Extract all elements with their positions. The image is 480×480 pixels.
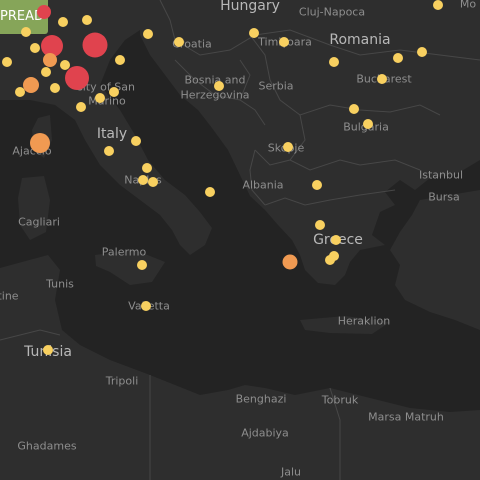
case-marker-low[interactable] [349,104,359,114]
case-marker-low[interactable] [283,142,293,152]
map-label-hungary: Hungary [220,0,280,14]
map-label-jalu: Jalu [280,465,302,479]
map-label-tripoli: Tripoli [105,374,139,388]
map-label-cagliari: Cagliari [18,215,60,229]
case-marker-low[interactable] [377,74,387,84]
map-label-palermo: Palermo [101,245,147,259]
case-marker-low[interactable] [393,53,403,63]
anatolia-landmass [390,190,480,330]
map-label-herzegovina: Herzegovina [180,88,250,102]
map-label-serbia: Serbia [258,79,294,93]
case-marker-medium[interactable] [23,77,39,93]
case-marker-low[interactable] [60,60,70,70]
map-label-bursa: Bursa [428,190,460,204]
case-marker-low[interactable] [115,55,125,65]
map-label-romania: Romania [329,32,391,48]
case-marker-low[interactable] [214,81,224,91]
case-marker-low[interactable] [331,235,341,245]
map-label-benghazi: Benghazi [235,392,287,406]
map-label-albania: Albania [242,178,284,192]
case-marker-low[interactable] [58,17,68,27]
case-marker-low[interactable] [142,163,152,173]
map-label-tine: tine [0,289,19,303]
case-marker-low[interactable] [315,220,325,230]
case-marker-low[interactable] [76,102,86,112]
map-label-moldova: Mo [459,0,477,11]
case-marker-low[interactable] [417,47,427,57]
case-marker-low[interactable] [325,255,335,265]
case-marker-low[interactable] [312,180,322,190]
case-marker-low[interactable] [148,177,158,187]
case-marker-low[interactable] [141,301,151,311]
map-label-marsa-matruh: Marsa Matruh [368,410,444,424]
map-label-tunis: Tunis [46,277,74,291]
case-marker-low[interactable] [174,37,184,47]
case-marker-high[interactable] [82,32,108,58]
case-marker-low[interactable] [82,15,92,25]
case-marker-low[interactable] [329,57,339,67]
case-marker-low[interactable] [137,260,147,270]
case-marker-low[interactable] [109,87,119,97]
case-marker-high[interactable] [37,5,51,19]
case-marker-low[interactable] [143,29,153,39]
case-marker-low[interactable] [15,87,25,97]
case-marker-high[interactable] [65,66,89,90]
map-label-tobruk: Tobruk [321,393,359,407]
case-marker-low[interactable] [41,67,51,77]
case-marker-low[interactable] [363,119,373,129]
sardinia [18,176,50,240]
case-marker-low[interactable] [138,175,148,185]
case-marker-low[interactable] [95,93,105,103]
map-label-cluj-napoca: Cluj-Napoca [298,5,366,19]
case-marker-low[interactable] [50,83,60,93]
map-view[interactable]: PREAD HungaryCluj-NapocaCroatiaTimișoara… [0,0,480,480]
case-marker-low[interactable] [249,28,259,38]
case-marker-low[interactable] [205,187,215,197]
case-marker-medium[interactable] [282,254,298,270]
map-label-istanbul: Istanbul [418,168,464,182]
case-marker-medium[interactable] [30,133,50,153]
case-marker-low[interactable] [30,43,40,53]
map-label-marino: Marino [88,94,126,108]
case-marker-medium[interactable] [43,53,57,67]
case-marker-low[interactable] [21,27,31,37]
map-label-ghadames: Ghadames [17,439,77,453]
case-marker-low[interactable] [279,37,289,47]
case-marker-low[interactable] [2,57,12,67]
case-marker-low[interactable] [104,146,114,156]
case-marker-low[interactable] [433,0,443,10]
case-marker-low[interactable] [131,136,141,146]
map-label-ajdabiya: Ajdabiya [241,426,289,440]
case-marker-low[interactable] [43,345,53,355]
map-label-italy: Italy [96,126,128,142]
map-label-heraklion: Heraklion [337,314,391,328]
